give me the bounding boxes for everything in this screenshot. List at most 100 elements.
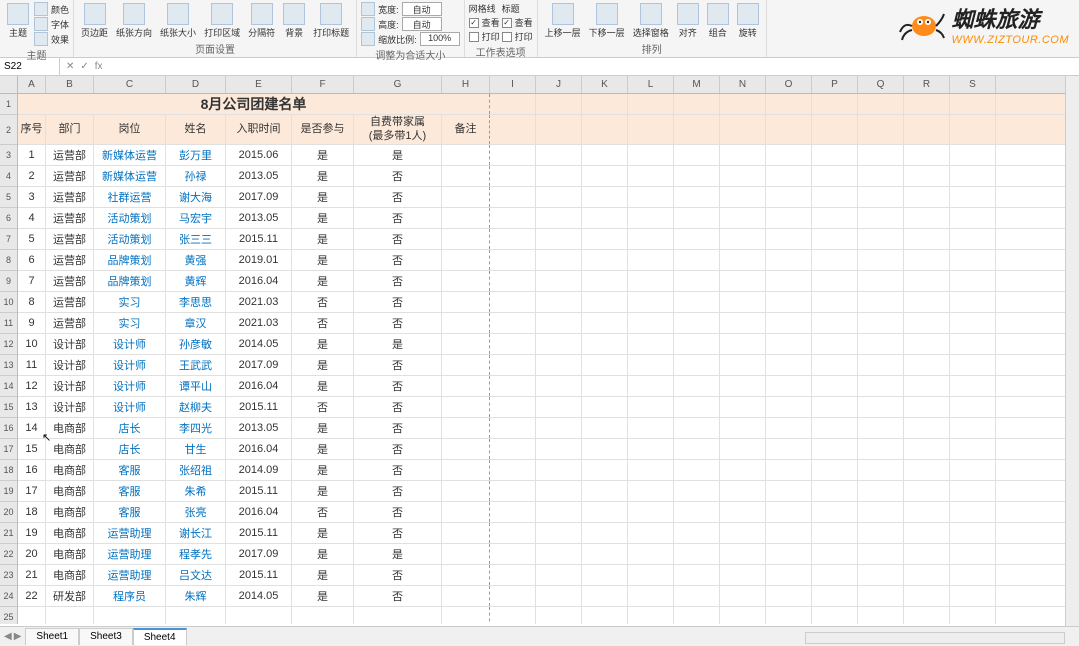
cell[interactable] bbox=[490, 208, 536, 228]
cell[interactable] bbox=[628, 607, 674, 624]
cell[interactable] bbox=[442, 355, 490, 375]
cell[interactable] bbox=[536, 208, 582, 228]
cell[interactable]: 4 bbox=[18, 208, 46, 228]
cell[interactable] bbox=[442, 292, 490, 312]
cell[interactable] bbox=[812, 292, 858, 312]
cell[interactable]: 是 bbox=[292, 334, 354, 354]
cell[interactable] bbox=[858, 94, 904, 114]
cell[interactable] bbox=[858, 502, 904, 522]
arrange-button[interactable]: 选择窗格 bbox=[630, 2, 672, 40]
view-checkbox[interactable]: ✓查看 bbox=[469, 16, 500, 29]
cell[interactable]: 电商部 bbox=[46, 544, 94, 564]
cell[interactable] bbox=[628, 250, 674, 270]
cell[interactable] bbox=[950, 376, 996, 396]
page-setup-button[interactable]: 纸张方向 bbox=[113, 2, 155, 40]
cell[interactable]: 1 bbox=[18, 145, 46, 165]
cell[interactable] bbox=[904, 502, 950, 522]
cell[interactable] bbox=[812, 607, 858, 624]
sheet-tab[interactable]: Sheet1 bbox=[25, 628, 79, 645]
effects-button[interactable]: 效果 bbox=[34, 32, 69, 46]
cell[interactable] bbox=[950, 313, 996, 333]
cell[interactable]: 17 bbox=[18, 481, 46, 501]
sheet-tab[interactable]: Sheet4 bbox=[133, 628, 187, 645]
cell[interactable] bbox=[674, 523, 720, 543]
cell[interactable] bbox=[766, 355, 812, 375]
cell[interactable]: 2013.05 bbox=[226, 208, 292, 228]
cell[interactable]: 2015.06 bbox=[226, 145, 292, 165]
scale-combo[interactable]: 100% bbox=[420, 32, 460, 46]
cell[interactable] bbox=[858, 565, 904, 585]
cell[interactable] bbox=[536, 544, 582, 564]
column-header[interactable]: M bbox=[674, 76, 720, 93]
cell[interactable] bbox=[674, 418, 720, 438]
cell[interactable] bbox=[490, 115, 536, 144]
cell[interactable]: 否 bbox=[354, 250, 442, 270]
row-header[interactable]: 3 bbox=[0, 145, 17, 166]
cell[interactable] bbox=[950, 544, 996, 564]
cell[interactable]: 6 bbox=[18, 250, 46, 270]
row-header[interactable]: 21 bbox=[0, 523, 17, 544]
cell[interactable] bbox=[904, 229, 950, 249]
theme-button[interactable]: 主题 bbox=[4, 2, 32, 40]
cell[interactable] bbox=[490, 523, 536, 543]
cell[interactable] bbox=[674, 544, 720, 564]
cell[interactable]: 2017.09 bbox=[226, 187, 292, 207]
cell[interactable]: 品牌策划 bbox=[94, 271, 166, 291]
cell[interactable] bbox=[720, 607, 766, 624]
cell[interactable] bbox=[536, 523, 582, 543]
cell[interactable]: 9 bbox=[18, 313, 46, 333]
cell[interactable] bbox=[582, 292, 628, 312]
cell[interactable] bbox=[628, 115, 674, 144]
cell[interactable] bbox=[582, 334, 628, 354]
cell[interactable] bbox=[904, 376, 950, 396]
row-header[interactable]: 6 bbox=[0, 208, 17, 229]
cell[interactable]: 王武武 bbox=[166, 355, 226, 375]
cell[interactable]: 否 bbox=[354, 439, 442, 459]
cell[interactable]: 实习 bbox=[94, 313, 166, 333]
cell[interactable] bbox=[858, 229, 904, 249]
cell[interactable]: 18 bbox=[18, 502, 46, 522]
cell[interactable] bbox=[628, 481, 674, 501]
arrange-button[interactable]: 对齐 bbox=[674, 2, 702, 40]
cell[interactable]: 新媒体运营 bbox=[94, 166, 166, 186]
cell[interactable] bbox=[766, 313, 812, 333]
cell[interactable] bbox=[490, 187, 536, 207]
cell[interactable] bbox=[950, 460, 996, 480]
cell[interactable]: 黄辉 bbox=[166, 271, 226, 291]
cell[interactable] bbox=[766, 439, 812, 459]
print-checkbox[interactable]: 打印 bbox=[469, 30, 500, 43]
page-setup-button[interactable]: 打印标题 bbox=[310, 2, 352, 40]
cell[interactable] bbox=[674, 355, 720, 375]
cell[interactable]: 电商部 bbox=[46, 523, 94, 543]
cell[interactable] bbox=[950, 397, 996, 417]
cell[interactable]: 是 bbox=[354, 544, 442, 564]
cell[interactable] bbox=[720, 271, 766, 291]
cell[interactable] bbox=[904, 187, 950, 207]
cell[interactable]: 客服 bbox=[94, 502, 166, 522]
cell[interactable]: 3 bbox=[18, 187, 46, 207]
cell[interactable] bbox=[490, 460, 536, 480]
table-header-cell[interactable]: 自费带家属(最多带1人) bbox=[354, 115, 442, 144]
cell[interactable] bbox=[490, 418, 536, 438]
cell[interactable]: 设计师 bbox=[94, 397, 166, 417]
cell[interactable] bbox=[720, 292, 766, 312]
cell[interactable] bbox=[904, 355, 950, 375]
cell[interactable]: 2015.11 bbox=[226, 229, 292, 249]
cell[interactable]: 10 bbox=[18, 334, 46, 354]
cell[interactable] bbox=[720, 208, 766, 228]
cell[interactable]: 实习 bbox=[94, 292, 166, 312]
column-header[interactable]: O bbox=[766, 76, 812, 93]
cell[interactable] bbox=[226, 607, 292, 624]
cell[interactable]: 客服 bbox=[94, 460, 166, 480]
cell[interactable]: 14 bbox=[18, 418, 46, 438]
cell[interactable]: 是 bbox=[292, 586, 354, 606]
cell[interactable]: 2015.11 bbox=[226, 523, 292, 543]
cell[interactable]: 2015.11 bbox=[226, 481, 292, 501]
cell[interactable] bbox=[950, 292, 996, 312]
cell[interactable] bbox=[582, 145, 628, 165]
cell[interactable] bbox=[812, 250, 858, 270]
column-header[interactable]: Q bbox=[858, 76, 904, 93]
cell[interactable]: 运营部 bbox=[46, 250, 94, 270]
cell[interactable] bbox=[490, 439, 536, 459]
cell[interactable] bbox=[766, 250, 812, 270]
